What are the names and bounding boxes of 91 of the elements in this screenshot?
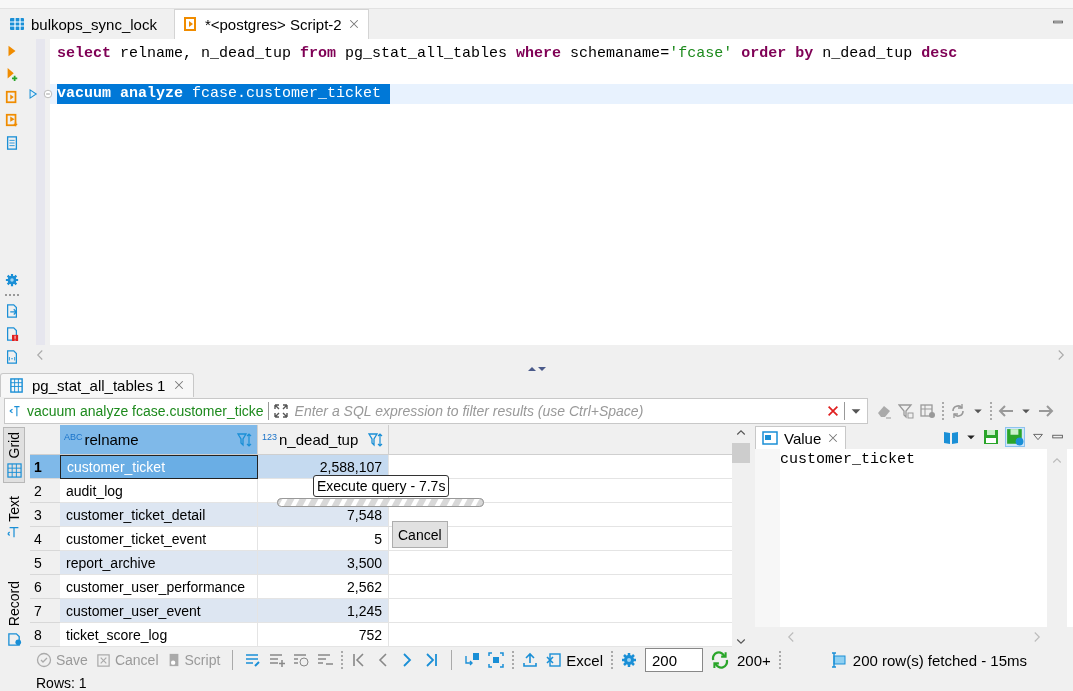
sql-keyword: desc — [921, 44, 958, 62]
forward-icon[interactable] — [1038, 402, 1054, 419]
table-cell: customer_user_event — [60, 599, 258, 624]
filter-icon[interactable] — [898, 402, 914, 419]
scrollbar-thumb[interactable] — [732, 443, 750, 464]
file-warning-icon[interactable] — [5, 325, 19, 342]
filter-field[interactable]: vacuum analyze fcase.customer_ticke Enter a SQL expression to filter results (use Ctrl+Space) — [4, 397, 868, 424]
record-icon — [6, 630, 22, 646]
row-count-text: Rows: 1 — [35, 675, 88, 691]
check-circle-icon — [36, 652, 52, 669]
add-row-icon[interactable] — [269, 652, 286, 669]
fetch-more-button[interactable]: 200+ — [737, 651, 771, 669]
view-tab[interactable]: Grid — [3, 427, 25, 483]
save-icon[interactable] — [983, 429, 999, 446]
results-tab[interactable]: pg_stat_all_tables 1 — [0, 372, 195, 397]
row-number[interactable]: 5 — [30, 551, 60, 576]
filter-sort-icon[interactable] — [237, 431, 253, 448]
clear-icon[interactable] — [826, 403, 840, 418]
table-icon — [9, 377, 24, 393]
sql-text: schemaname= — [569, 44, 670, 62]
view-tab[interactable]: Text — [3, 490, 25, 545]
filter-input[interactable]: Enter a SQL expression to filter results (use Ctrl+Space) — [292, 401, 822, 420]
export-excel-button[interactable]: Excel — [546, 651, 603, 669]
sql-string: 'fcase' — [669, 44, 733, 62]
book-icon[interactable] — [943, 429, 959, 446]
select-all-corner[interactable] — [30, 425, 60, 456]
auto-save-icon[interactable] — [1006, 428, 1024, 447]
close-icon[interactable] — [347, 18, 360, 31]
upload-icon[interactable] — [522, 652, 539, 669]
row-number[interactable]: 8 — [30, 623, 60, 648]
refresh-icon[interactable] — [950, 402, 966, 419]
editor-tab[interactable]: bulkops_sync_lock — [0, 8, 166, 39]
rows-icon — [830, 652, 847, 669]
fold-icon[interactable] — [43, 88, 53, 99]
table-cell: report_archive — [60, 551, 258, 576]
file-export-icon[interactable] — [5, 302, 19, 319]
sql-text: pg_stat_all_tables — [344, 44, 509, 62]
status-text: 200 row(s) fetched - 15ms — [852, 651, 1028, 669]
sql-text: relname, n_dead_tup — [119, 44, 293, 62]
table-cell: customer_ticket_detail — [60, 503, 258, 528]
run-script-new-tab-icon[interactable] — [5, 111, 19, 128]
table-cell: 752 — [258, 623, 389, 648]
panel-select-icon[interactable] — [488, 652, 505, 669]
text-icon — [7, 525, 21, 540]
row-number[interactable]: 4 — [30, 527, 60, 552]
fetch-size-field[interactable]: 200 — [645, 648, 703, 673]
file-variables-icon[interactable] — [5, 348, 19, 365]
table-cell: 1,245 — [258, 599, 389, 624]
sql-keyword: from — [300, 44, 337, 62]
panel-icon — [762, 430, 778, 447]
row-number[interactable]: 3 — [30, 503, 60, 528]
sql-text: n_dead_tup — [821, 44, 914, 62]
edit-row-icon[interactable] — [245, 652, 262, 669]
back-icon[interactable] — [998, 402, 1014, 419]
cancel-query-button[interactable]: Cancel — [392, 521, 448, 549]
row-number[interactable]: 1 — [30, 455, 60, 480]
view-tab[interactable]: Record — [3, 576, 25, 651]
close-icon[interactable] — [827, 432, 840, 445]
settings-icon[interactable] — [5, 272, 19, 287]
explain-plan-icon[interactable] — [5, 134, 19, 151]
row-number[interactable]: 7 — [30, 599, 60, 624]
table-cell: 3,500 — [258, 551, 389, 576]
table-cell: customer_ticket — [60, 455, 258, 480]
sql-text: fcase.customer_ticket — [191, 84, 383, 102]
last-page-icon[interactable] — [423, 652, 440, 669]
current-statement-arrow-icon — [28, 86, 39, 101]
sql-keyword: select — [57, 44, 111, 62]
close-icon[interactable] — [173, 379, 186, 392]
filter-sort-icon[interactable] — [368, 431, 384, 448]
settings-icon[interactable] — [621, 652, 637, 669]
sql-keyword: vacuum analyze — [57, 84, 184, 102]
text-cursor-icon — [9, 403, 23, 418]
table-cell: ticket_score_log — [60, 623, 258, 648]
script-icon — [182, 16, 199, 33]
x-box-icon — [95, 652, 111, 668]
splitter-arrows-icon[interactable] — [526, 364, 547, 373]
expand-icon[interactable] — [272, 402, 289, 419]
progress-tooltip: Execute query - 7.7s — [313, 475, 450, 498]
table-icon — [9, 16, 25, 33]
row-number[interactable]: 6 — [30, 575, 60, 600]
run-script-icon[interactable] — [5, 88, 19, 105]
row-number[interactable]: 2 — [30, 479, 60, 504]
table-settings-icon[interactable] — [920, 402, 936, 419]
value-panel-tab[interactable]: Value — [755, 426, 847, 450]
editor-tab[interactable]: *<postgres> Script-2 — [173, 8, 369, 39]
sql-keyword: where — [516, 44, 562, 62]
copy-row-icon[interactable] — [293, 652, 310, 669]
grid-icon — [6, 462, 22, 478]
excel-icon — [546, 652, 563, 669]
sql-keyword: order by — [740, 44, 814, 62]
refresh-icon[interactable] — [711, 651, 729, 670]
